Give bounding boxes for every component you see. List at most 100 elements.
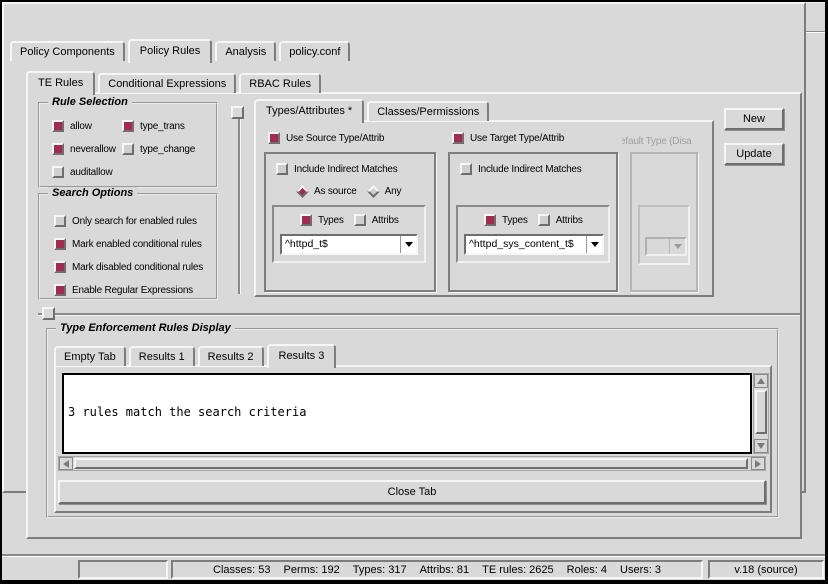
type-trans-label: type_trans (140, 121, 185, 132)
source-radio-row: As source Any (298, 186, 401, 197)
stat-te-rules: TE rules: 2625 (482, 564, 554, 576)
tab-results-1[interactable]: Results 1 (129, 346, 195, 366)
as-source-radio[interactable] (296, 185, 309, 198)
tab-analysis[interactable]: Analysis (215, 41, 276, 61)
checkbox-row: allow (52, 120, 116, 132)
close-tab-button[interactable]: Close Tab (58, 480, 766, 504)
use-target-checkbox[interactable] (452, 132, 464, 144)
rule-selection-col1: allowneverallowauditallow (52, 120, 116, 189)
policy-version: v.18 (source) (734, 564, 797, 576)
mark-enabled-conditional-rules-checkbox[interactable] (54, 238, 66, 250)
any-radio[interactable] (367, 185, 380, 198)
type-change-checkbox[interactable] (122, 143, 134, 155)
types-attributes-tabbar: Types/Attributes *Classes/Permissions (254, 101, 492, 121)
target-box: Include Indirect Matches Types Attribs ^… (448, 152, 618, 292)
source-indirect-row: Include Indirect Matches (276, 163, 398, 175)
source-box: Include Indirect Matches As source Any T… (264, 152, 436, 292)
checkbox-row: type_trans (122, 120, 195, 132)
use-source-checkbox[interactable] (268, 132, 280, 144)
mark-disabled-conditional-rules-checkbox[interactable] (54, 261, 66, 273)
target-indirect-checkbox[interactable] (460, 163, 472, 175)
checkbox-row: Only search for enabled rules (54, 215, 203, 227)
only-search-for-enabled-rules-label: Only search for enabled rules (72, 216, 197, 227)
horizontal-sash-handle[interactable] (42, 307, 55, 320)
default-type-box (630, 152, 698, 292)
update-button[interactable]: Update (724, 143, 784, 165)
use-target-row: Use Target Type/Attrib (452, 132, 564, 144)
scroll-right-button[interactable] (751, 457, 765, 470)
source-type-combobox[interactable]: ^httpd_t$ (280, 234, 418, 255)
default-type-label-clip: Default Type (Disa (622, 131, 706, 146)
tab-policy-rules[interactable]: Policy Rules (128, 39, 213, 63)
checkbox-row: auditallow (52, 166, 116, 178)
only-search-for-enabled-rules-checkbox[interactable] (54, 215, 66, 227)
dropdown-arrow-icon (405, 242, 413, 247)
status-empty-box (78, 560, 168, 579)
horizontal-scroll-thumb[interactable] (74, 458, 748, 469)
tab-te-rules[interactable]: TE Rules (26, 71, 95, 95)
neverallow-checkbox[interactable] (52, 143, 64, 155)
source-attribs-checkbox[interactable] (354, 214, 366, 226)
use-target-label: Use Target Type/Attrib (470, 133, 564, 144)
checkbox-row: Mark enabled conditional rules (54, 238, 203, 250)
target-indirect-row: Include Indirect Matches (460, 163, 582, 175)
target-attribs-checkbox[interactable] (538, 214, 550, 226)
results-text-area[interactable]: 3 rules match the search criteria (5822)… (62, 373, 752, 454)
tab-policy-components[interactable]: Policy Components (10, 41, 125, 61)
stat-types: Types: 317 (353, 564, 407, 576)
tab-rbac-rules[interactable]: RBAC Rules (239, 73, 321, 93)
type-trans-checkbox[interactable] (122, 120, 134, 132)
target-types-box: Types Attribs ^httpd_sys_content_t$ (456, 205, 610, 263)
tab-policy-conf[interactable]: policy.conf (279, 41, 350, 61)
tab-conditional-expressions[interactable]: Conditional Expressions (98, 73, 236, 93)
source-indirect-checkbox[interactable] (276, 163, 288, 175)
new-button[interactable]: New (724, 108, 784, 130)
te-rules-display-title: Type Enforcement Rules Display (56, 322, 235, 334)
horizontal-sash[interactable] (38, 313, 800, 315)
target-type-combobox[interactable]: ^httpd_sys_content_t$ (464, 234, 604, 255)
apol-window: FileSearchQueryAdvancedHelp Policy Compo… (0, 0, 828, 584)
scroll-up-button[interactable] (754, 374, 768, 388)
target-types-checkbox[interactable] (484, 214, 496, 226)
tab-types-attributes[interactable]: Types/Attributes * (254, 99, 364, 123)
vertical-sash[interactable] (238, 106, 240, 294)
default-type-value (647, 239, 669, 254)
use-source-row: Use Source Type/Attrib (268, 132, 384, 144)
scroll-down-icon (757, 443, 765, 449)
tab-classes-permissions[interactable]: Classes/Permissions (367, 101, 489, 121)
tab-results-2[interactable]: Results 2 (198, 346, 264, 366)
results-summary: 3 rules match the search criteria (68, 405, 746, 419)
default-type-inner-box (638, 205, 690, 265)
enable-regular-expressions-checkbox[interactable] (54, 284, 66, 296)
results-vertical-scrollbar[interactable] (753, 373, 769, 454)
rule-selection-group: Rule Selection allowneverallowauditallow… (38, 102, 218, 188)
source-types-checkbox[interactable] (300, 214, 312, 226)
auditallow-checkbox[interactable] (52, 166, 64, 178)
checkbox-row: Enable Regular Expressions (54, 284, 203, 296)
rule-tabbar: TE RulesConditional ExpressionsRBAC Rule… (26, 71, 324, 93)
target-attribs-label: Attribs (556, 215, 583, 226)
search-options-list: Only search for enabled rules Mark enable… (54, 215, 203, 307)
source-indirect-label: Include Indirect Matches (294, 164, 398, 175)
tab-results-3[interactable]: Results 3 (267, 344, 337, 368)
tab-empty-tab[interactable]: Empty Tab (54, 346, 126, 366)
checkbox-row: Mark disabled conditional rules (54, 261, 203, 273)
vertical-sash-handle[interactable] (231, 106, 244, 119)
use-source-label: Use Source Type/Attrib (286, 133, 384, 144)
default-combo-dropdown-button (669, 239, 685, 254)
auditallow-label: auditallow (70, 167, 112, 178)
scroll-left-button[interactable] (59, 457, 73, 470)
results-horizontal-scrollbar[interactable] (58, 456, 766, 471)
target-indirect-label: Include Indirect Matches (478, 164, 582, 175)
mark-disabled-conditional-rules-label: Mark disabled conditional rules (72, 262, 203, 273)
scroll-up-icon (757, 378, 765, 384)
source-types-label: Types (318, 215, 344, 226)
target-combo-dropdown-button[interactable] (586, 236, 602, 253)
status-version-box: v.18 (source) (708, 560, 824, 579)
vertical-scroll-thumb[interactable] (755, 390, 767, 434)
allow-checkbox[interactable] (52, 120, 64, 132)
scroll-down-button[interactable] (754, 439, 768, 453)
default-type-label: Default Type (Disa (622, 136, 691, 146)
source-combo-dropdown-button[interactable] (400, 236, 416, 253)
search-options-title: Search Options (48, 187, 137, 199)
